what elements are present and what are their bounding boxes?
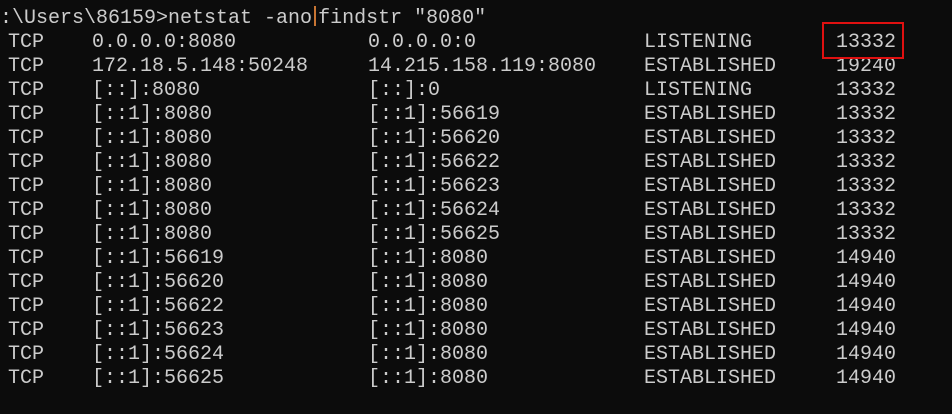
protocol: TCP xyxy=(8,247,45,270)
prompt: :\Users\86159> xyxy=(0,7,169,30)
state: ESTABLISHED xyxy=(644,175,777,198)
state: ESTABLISHED xyxy=(644,223,777,246)
netstat-row: TCP [::1]:56622 [::1]:8080 ESTABLISHED 14940 xyxy=(0,295,952,319)
protocol: TCP xyxy=(8,103,45,126)
netstat-row: TCP [::1]:8080 [::1]:56620 ESTABLISHED 13332 xyxy=(0,127,952,151)
foreign-address: 14.215.158.119:8080 xyxy=(368,55,597,78)
protocol: TCP xyxy=(8,175,45,198)
local-address: [::1]:8080 xyxy=(92,103,213,126)
foreign-address: [::1]:8080 xyxy=(368,295,489,318)
local-address: 0.0.0.0:8080 xyxy=(92,31,237,54)
state: ESTABLISHED xyxy=(644,367,777,390)
protocol: TCP xyxy=(8,271,45,294)
local-address: [::1]:56619 xyxy=(92,247,225,270)
local-address: [::1]:8080 xyxy=(92,175,213,198)
protocol: TCP xyxy=(8,55,45,78)
state: ESTABLISHED xyxy=(644,319,777,342)
pid: 14940 xyxy=(836,295,897,318)
netstat-row: TCP [::1]:8080 [::1]:56623 ESTABLISHED 13332 xyxy=(0,175,952,199)
foreign-address: [::1]:8080 xyxy=(368,367,489,390)
foreign-address: [::1]:8080 xyxy=(368,271,489,294)
pid: 13332 xyxy=(836,79,897,102)
pid: 14940 xyxy=(836,367,897,390)
local-address: [::]:8080 xyxy=(92,79,201,102)
pid: 14940 xyxy=(836,343,897,366)
state: ESTABLISHED xyxy=(644,247,777,270)
foreign-address: [::1]:8080 xyxy=(368,319,489,342)
pid: 14940 xyxy=(836,319,897,342)
local-address: [::1]:8080 xyxy=(92,199,213,222)
foreign-address: [::1]:56624 xyxy=(368,199,501,222)
pid: 13332 xyxy=(836,127,897,150)
protocol: TCP xyxy=(8,79,45,102)
netstat-row: TCP [::1]:56619 [::1]:8080 ESTABLISHED 14940 xyxy=(0,247,952,271)
foreign-address: 0.0.0.0:0 xyxy=(368,31,477,54)
local-address: [::1]:56625 xyxy=(92,367,225,390)
protocol: TCP xyxy=(8,223,45,246)
local-address: [::1]:56623 xyxy=(92,319,225,342)
state: ESTABLISHED xyxy=(644,55,777,78)
local-address: [::1]:8080 xyxy=(92,127,213,150)
local-address: [::1]:56624 xyxy=(92,343,225,366)
protocol: TCP xyxy=(8,151,45,174)
local-address: [::1]:56620 xyxy=(92,271,225,294)
pid: 13332 xyxy=(836,175,897,198)
netstat-row: TCP [::1]:8080 [::1]:56622 ESTABLISHED 13332 xyxy=(0,151,952,175)
state: ESTABLISHED xyxy=(644,103,777,126)
netstat-row: TCP [::1]:8080 [::1]:56624 ESTABLISHED 13332 xyxy=(0,199,952,223)
state: ESTABLISHED xyxy=(644,271,777,294)
command-line: :\Users\86159>netstat -ano findstr "8080" xyxy=(0,6,952,30)
foreign-address: [::1]:56625 xyxy=(368,223,501,246)
text-cursor xyxy=(314,6,317,26)
protocol: TCP xyxy=(8,31,45,54)
protocol: TCP xyxy=(8,127,45,150)
foreign-address: [::]:0 xyxy=(368,79,441,102)
command-text: netstat -ano xyxy=(168,7,313,30)
command-text-filter: findstr "8080" xyxy=(318,7,487,30)
foreign-address: [::1]:56622 xyxy=(368,151,501,174)
local-address: 172.18.5.148:50248 xyxy=(92,55,309,78)
netstat-row: TCP 172.18.5.148:50248 14.215.158.119:8080… xyxy=(0,55,952,79)
protocol: TCP xyxy=(8,367,45,390)
protocol: TCP xyxy=(8,343,45,366)
netstat-row: TCP [::1]:8080 [::1]:56619 ESTABLISHED 13332 xyxy=(0,103,952,127)
state: ESTABLISHED xyxy=(644,127,777,150)
pid: 13332 xyxy=(836,223,897,246)
pid-highlight-box xyxy=(822,22,904,59)
state: ESTABLISHED xyxy=(644,295,777,318)
state: LISTENING xyxy=(644,79,753,102)
local-address: [::1]:56622 xyxy=(92,295,225,318)
pid: 13332 xyxy=(836,199,897,222)
foreign-address: [::1]:8080 xyxy=(368,343,489,366)
netstat-row: TCP [::1]:56620 [::1]:8080 ESTABLISHED 14940 xyxy=(0,271,952,295)
protocol: TCP xyxy=(8,295,45,318)
protocol: TCP xyxy=(8,319,45,342)
netstat-row: TCP [::]:8080 [::]:0 LISTENING 13332 xyxy=(0,79,952,103)
foreign-address: [::1]:8080 xyxy=(368,247,489,270)
pid: 14940 xyxy=(836,271,897,294)
state: LISTENING xyxy=(644,31,753,54)
netstat-row: TCP 0.0.0.0:8080 0.0.0.0:0 LISTENING 13332 xyxy=(0,31,952,55)
netstat-row: TCP [::1]:56624 [::1]:8080 ESTABLISHED 14940 xyxy=(0,343,952,367)
local-address: [::1]:8080 xyxy=(92,151,213,174)
local-address: [::1]:8080 xyxy=(92,223,213,246)
netstat-row: TCP [::1]:56623 [::1]:8080 ESTABLISHED 14940 xyxy=(0,319,952,343)
netstat-row: TCP [::1]:8080 [::1]:56625 ESTABLISHED 13332 xyxy=(0,223,952,247)
protocol: TCP xyxy=(8,199,45,222)
pid: 14940 xyxy=(836,247,897,270)
pid: 13332 xyxy=(836,103,897,126)
state: ESTABLISHED xyxy=(644,151,777,174)
netstat-row: TCP [::1]:56625 [::1]:8080 ESTABLISHED 14940 xyxy=(0,367,952,391)
state: ESTABLISHED xyxy=(644,343,777,366)
foreign-address: [::1]:56623 xyxy=(368,175,501,198)
pid: 13332 xyxy=(836,151,897,174)
state: ESTABLISHED xyxy=(644,199,777,222)
foreign-address: [::1]:56619 xyxy=(368,103,501,126)
foreign-address: [::1]:56620 xyxy=(368,127,501,150)
